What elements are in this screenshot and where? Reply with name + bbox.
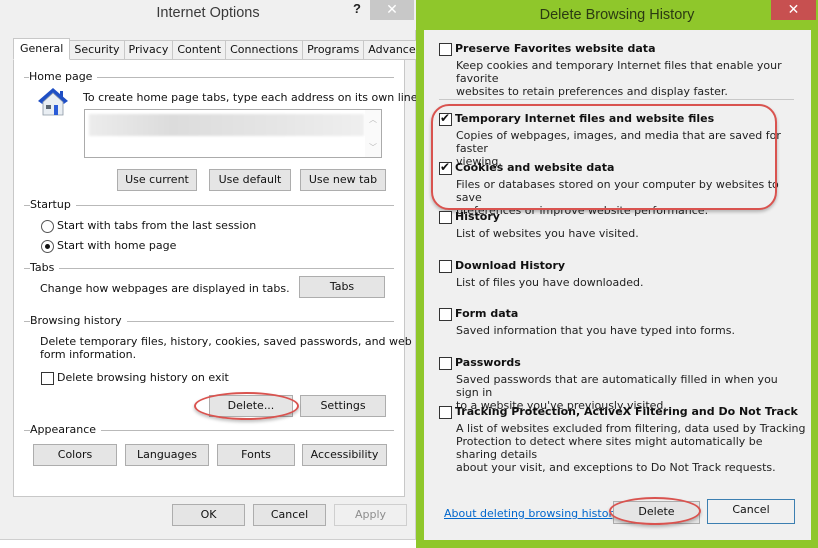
- tabs-button[interactable]: Tabs: [299, 276, 385, 298]
- delete-on-exit-label[interactable]: Delete browsing history on exit: [57, 371, 229, 384]
- dialog-title: Delete Browsing History: [539, 7, 695, 23]
- tab-programs[interactable]: Programs: [303, 40, 365, 60]
- desc-line: List of websites you have visited.: [456, 227, 639, 240]
- cookies-title[interactable]: Cookies and website data: [455, 161, 614, 174]
- home-page-group-label: Home page: [29, 70, 98, 83]
- browsing-history-description-line1: Delete temporary files, history, cookies…: [40, 335, 412, 348]
- use-new-tab-button[interactable]: Use new tab: [300, 169, 386, 191]
- tracking-protection-checkbox[interactable]: [439, 406, 452, 419]
- startup-last-session-label[interactable]: Start with tabs from the last session: [57, 219, 256, 232]
- browsing-history-description-line2: form information.: [40, 348, 137, 361]
- help-icon[interactable]: ?: [348, 1, 366, 16]
- desc-line: Files or databases stored on your comput…: [456, 178, 779, 204]
- divider: [24, 268, 394, 269]
- dialog-close-button[interactable]: ✕: [771, 0, 816, 20]
- startup-last-session-radio[interactable]: [41, 220, 54, 233]
- history-settings-button[interactable]: Settings: [300, 395, 386, 417]
- use-current-button[interactable]: Use current: [117, 169, 197, 191]
- tracking-protection-description: A list of websites excluded from filteri…: [456, 422, 806, 474]
- scroll-down-icon[interactable]: ﹀: [368, 142, 378, 153]
- desc-line: A list of websites excluded from filteri…: [456, 422, 806, 435]
- dialog-body: Preserve Favorites website data Keep coo…: [424, 30, 811, 540]
- browsing-history-group-label: Browsing history: [30, 314, 127, 327]
- preserve-favorites-title[interactable]: Preserve Favorites website data: [455, 42, 656, 55]
- tab-content[interactable]: Content: [173, 40, 227, 60]
- cookies-checkbox[interactable]: [439, 160, 452, 175]
- delete-on-exit-checkbox[interactable]: [41, 372, 54, 385]
- download-history-description: List of files you have downloaded.: [456, 276, 801, 289]
- tab-security[interactable]: Security: [70, 40, 125, 60]
- temporary-files-checkbox[interactable]: [439, 111, 452, 126]
- apply-button[interactable]: Apply: [334, 504, 407, 526]
- passwords-checkbox[interactable]: [439, 357, 452, 370]
- desc-line: Protection to detect where sites might a…: [456, 435, 763, 461]
- close-button[interactable]: ✕: [370, 0, 414, 20]
- house-icon: [38, 88, 68, 116]
- history-description: List of websites you have visited.: [456, 227, 801, 240]
- tab-connections[interactable]: Connections: [226, 40, 304, 60]
- download-history-checkbox[interactable]: [439, 260, 452, 273]
- delete-browsing-history-dialog: Delete Browsing History ✕ Preserve Favor…: [416, 0, 818, 548]
- desc-line: Keep cookies and temporary Internet file…: [456, 59, 782, 85]
- desc-line: preferences or improve website performan…: [456, 204, 709, 217]
- cancel-button[interactable]: Cancel: [253, 504, 326, 526]
- use-default-button[interactable]: Use default: [209, 169, 291, 191]
- general-tab-panel: Home page To create home page tabs, type…: [13, 59, 421, 497]
- separator: [439, 99, 794, 100]
- fonts-button[interactable]: Fonts: [217, 444, 295, 466]
- home-page-url-textarea[interactable]: ︿ ﹀: [84, 109, 382, 158]
- form-data-description: Saved information that you have typed in…: [456, 324, 801, 337]
- blurred-url-text: [89, 114, 364, 136]
- tabs-description: Change how webpages are displayed in tab…: [40, 282, 290, 295]
- form-data-checkbox[interactable]: [439, 308, 452, 321]
- title-bar: Internet Options ? ✕: [0, 0, 416, 30]
- divider: [24, 205, 394, 206]
- desc-line: Saved passwords that are automatically f…: [456, 373, 778, 399]
- desc-line: Copies of webpages, images, and media th…: [456, 129, 781, 155]
- desc-line: websites to retain preferences and displ…: [456, 85, 728, 98]
- passwords-title[interactable]: Passwords: [455, 356, 521, 369]
- history-checkbox[interactable]: [439, 211, 452, 224]
- url-scrollbar[interactable]: ︿ ﹀: [365, 110, 381, 157]
- download-history-title[interactable]: Download History: [455, 259, 565, 272]
- languages-button[interactable]: Languages: [125, 444, 209, 466]
- startup-home-page-radio[interactable]: [41, 240, 54, 253]
- about-deleting-link[interactable]: About deleting browsing history: [444, 507, 619, 520]
- form-data-title[interactable]: Form data: [455, 307, 518, 320]
- internet-options-window: Internet Options ? ✕ General Security Pr…: [0, 0, 428, 540]
- preserve-favorites-description: Keep cookies and temporary Internet file…: [456, 59, 801, 98]
- temporary-files-title[interactable]: Temporary Internet files and website fil…: [455, 112, 714, 125]
- startup-group-label: Startup: [30, 198, 76, 211]
- history-title[interactable]: History: [455, 210, 500, 223]
- home-page-instruction: To create home page tabs, type each addr…: [83, 91, 422, 104]
- desc-line: List of files you have downloaded.: [456, 276, 644, 289]
- ok-button[interactable]: OK: [172, 504, 245, 526]
- accessibility-button[interactable]: Accessibility: [302, 444, 387, 466]
- tab-privacy[interactable]: Privacy: [124, 40, 174, 60]
- cancel-button[interactable]: Cancel: [707, 499, 795, 524]
- tab-general[interactable]: General: [13, 38, 71, 60]
- tabs-group-label: Tabs: [30, 261, 60, 274]
- tracking-protection-title[interactable]: Tracking Protection, ActiveX Filtering a…: [455, 405, 798, 418]
- colors-button[interactable]: Colors: [33, 444, 117, 466]
- delete-button[interactable]: Delete: [613, 501, 700, 524]
- startup-home-page-label[interactable]: Start with home page: [57, 239, 176, 252]
- appearance-group-label: Appearance: [30, 423, 102, 436]
- preserve-favorites-checkbox[interactable]: [439, 43, 452, 56]
- desc-line: about your visit, and exceptions to Do N…: [456, 461, 776, 474]
- desc-line: Saved information that you have typed in…: [456, 324, 735, 337]
- delete-history-button[interactable]: Delete...: [209, 395, 293, 417]
- scroll-up-icon[interactable]: ︿: [368, 114, 378, 125]
- tab-strip: General Security Privacy Content Connect…: [13, 38, 428, 60]
- cookies-description: Files or databases stored on your comput…: [456, 178, 801, 217]
